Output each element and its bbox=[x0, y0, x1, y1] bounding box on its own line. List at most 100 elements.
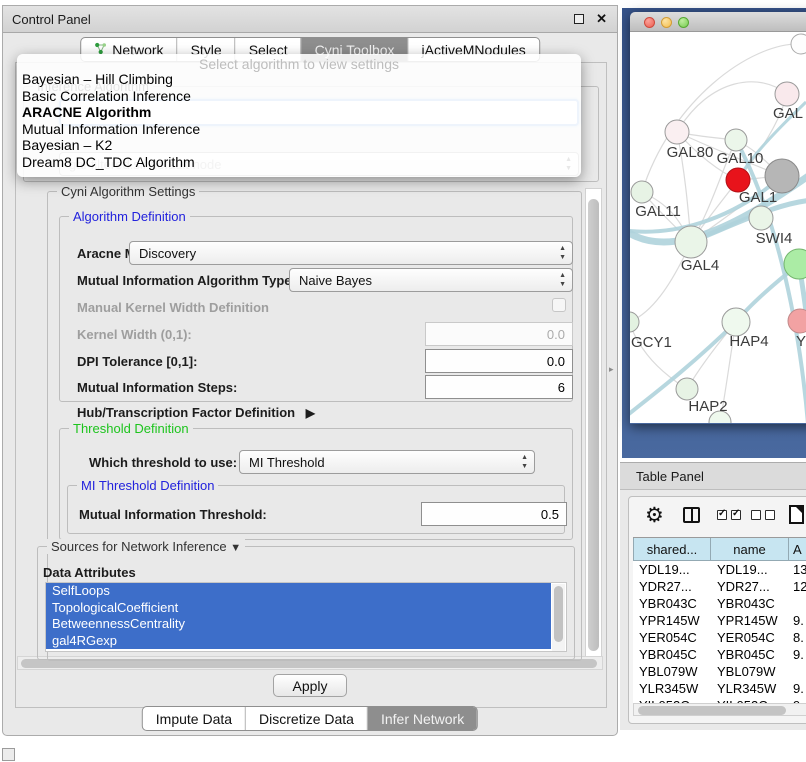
mi-type-label: Mutual Information Algorithm Type: bbox=[77, 273, 296, 288]
network-window-titlebar[interactable] bbox=[630, 12, 806, 32]
network-node[interactable] bbox=[791, 34, 806, 54]
tab-impute-data[interactable]: Impute Data bbox=[143, 707, 246, 730]
minimize-traffic-light-icon[interactable] bbox=[661, 17, 672, 28]
table-row[interactable]: YDR27...YDR27...12 bbox=[633, 578, 806, 595]
algorithm-option[interactable]: Mutual Information Inference bbox=[17, 121, 581, 138]
data-attributes-label: Data Attributes bbox=[43, 565, 136, 580]
manual-kernel-checkbox[interactable] bbox=[552, 298, 566, 312]
table-cell: YER054C bbox=[711, 629, 789, 646]
network-edge[interactable] bbox=[630, 322, 687, 389]
control-panel: Control Panel ✕ NetworkStyleSelectCyni T… bbox=[2, 5, 618, 736]
table-cell: YBR043C bbox=[711, 595, 789, 612]
new-table-icon[interactable] bbox=[789, 505, 804, 524]
table-cell: YLR345W bbox=[711, 680, 789, 697]
node-label: SWI4 bbox=[756, 230, 793, 247]
network-node[interactable] bbox=[775, 82, 799, 106]
mi-type-combobox[interactable]: Naive Bayes ▲▼ bbox=[289, 268, 573, 292]
scrollbar-thumb[interactable] bbox=[638, 706, 786, 715]
scrollbar-thumb[interactable] bbox=[554, 586, 563, 642]
algorithm-definition-title: Algorithm Definition bbox=[69, 209, 190, 224]
node-label: GAL11 bbox=[635, 203, 681, 220]
list-vertical-scrollbar[interactable] bbox=[552, 584, 565, 651]
table-cell: 9. bbox=[789, 680, 806, 697]
deselect-all-icon[interactable] bbox=[765, 510, 775, 520]
algorithm-option[interactable]: Bayesian – Hill Climbing bbox=[17, 71, 581, 88]
sources-title[interactable]: Sources for Network Inference ▼ bbox=[47, 539, 245, 554]
column-header[interactable]: name bbox=[711, 538, 789, 561]
aracne-mode-combobox[interactable]: Discovery ▲▼ bbox=[129, 241, 573, 265]
algorithm-option[interactable]: ARACNE Algorithm bbox=[17, 104, 581, 121]
network-node[interactable] bbox=[630, 312, 639, 332]
node-label: Y bbox=[796, 333, 806, 350]
select-all-icon[interactable] bbox=[731, 510, 741, 520]
algorithm-option[interactable]: Dream8 DC_TDC Algorithm bbox=[17, 154, 581, 171]
algorithm-option[interactable]: Basic Correlation Inference bbox=[17, 88, 581, 105]
close-traffic-light-icon[interactable] bbox=[644, 17, 655, 28]
table-horizontal-scrollbar[interactable] bbox=[633, 703, 806, 716]
splitter-collapse-icon[interactable]: ▸ bbox=[609, 364, 614, 375]
mi-threshold-field[interactable]: 0.5 bbox=[421, 502, 567, 526]
table-row[interactable]: YPR145WYPR145W9. bbox=[633, 612, 806, 629]
which-threshold-combobox[interactable]: MI Threshold ▲▼ bbox=[239, 450, 535, 474]
network-graph[interactable]: GALGAL80GAL10GAL1GAL11SWI4GAL4GCY1HAP4YH… bbox=[630, 32, 806, 423]
network-node[interactable] bbox=[725, 129, 747, 151]
attribute-item[interactable]: gal4RGexp bbox=[46, 633, 551, 650]
tab-infer-network[interactable]: Infer Network bbox=[368, 707, 477, 730]
dpi-tolerance-field[interactable]: 0.0 bbox=[425, 349, 573, 373]
table-row[interactable]: YBR043CYBR043C bbox=[633, 595, 806, 612]
gear-icon[interactable]: ⚙ bbox=[645, 503, 664, 528]
column-header[interactable]: shared... bbox=[633, 538, 711, 561]
cyni-bottom-tabbar: Impute DataDiscretize DataInfer Network bbox=[142, 706, 478, 731]
table-cell: YLR345W bbox=[633, 680, 711, 697]
node-label: GAL10 bbox=[717, 150, 764, 167]
mi-steps-field[interactable]: 6 bbox=[425, 375, 573, 399]
tab-discretize-data[interactable]: Discretize Data bbox=[246, 707, 368, 730]
table-row[interactable]: YBL079WYBL079W bbox=[633, 663, 806, 680]
close-icon[interactable]: ✕ bbox=[596, 11, 607, 27]
deselect-all-icon[interactable] bbox=[751, 510, 761, 520]
table-row[interactable]: YDL19...YDL19...13 bbox=[633, 561, 806, 578]
scrollbar-thumb[interactable] bbox=[588, 199, 599, 651]
table-cell: YER054C bbox=[633, 629, 711, 646]
network-node[interactable] bbox=[788, 309, 806, 333]
network-node[interactable] bbox=[675, 226, 707, 258]
corner-widget-icon[interactable] bbox=[2, 748, 15, 761]
table-panel: ⚙ shared... name A YDL19...YDL19...13YDR… bbox=[620, 490, 806, 730]
table-cell: YDR27... bbox=[633, 578, 711, 595]
network-canvas[interactable]: GALGAL80GAL10GAL1GAL11SWI4GAL4GCY1HAP4YH… bbox=[630, 32, 806, 423]
table-cell bbox=[789, 595, 806, 612]
table-cell: YPR145W bbox=[633, 612, 711, 629]
table-header-row: shared... name A bbox=[633, 538, 806, 561]
dpi-tolerance-label: DPI Tolerance [0,1]: bbox=[77, 354, 197, 369]
network-node[interactable] bbox=[749, 206, 773, 230]
attribute-item[interactable]: SelfLoops bbox=[46, 583, 551, 600]
attribute-item[interactable]: TopologicalCoefficient bbox=[46, 600, 551, 617]
hub-definition-toggle[interactable]: Hub/Transcription Factor Definition ▶ bbox=[77, 405, 315, 420]
network-node[interactable] bbox=[631, 181, 653, 203]
network-node[interactable] bbox=[665, 120, 689, 144]
table-row[interactable]: YER054CYER054C8. bbox=[633, 629, 806, 646]
network-edge[interactable] bbox=[677, 82, 787, 132]
network-view-window: GALGAL80GAL10GAL1GAL11SWI4GAL4GCY1HAP4YH… bbox=[630, 12, 806, 424]
node-label: GCY1 bbox=[631, 334, 672, 351]
attribute-item[interactable]: BetweennessCentrality bbox=[46, 616, 551, 633]
zoom-traffic-light-icon[interactable] bbox=[678, 17, 689, 28]
float-window-icon[interactable] bbox=[574, 14, 584, 24]
kernel-width-field[interactable]: 0.0 bbox=[425, 322, 573, 346]
algorithm-option-list: Bayesian – Hill ClimbingBasic Correlatio… bbox=[17, 71, 581, 170]
table-panel-title: Table Panel bbox=[636, 469, 704, 484]
column-header[interactable]: A bbox=[789, 538, 806, 561]
network-node[interactable] bbox=[722, 308, 750, 336]
node-label: HAP2 bbox=[688, 398, 727, 415]
apply-button[interactable]: Apply bbox=[273, 674, 347, 697]
network-node[interactable] bbox=[676, 378, 698, 400]
table-row[interactable]: YBR045CYBR045C9. bbox=[633, 646, 806, 663]
select-all-icon[interactable] bbox=[717, 510, 727, 520]
table-row[interactable]: YLR345WYLR345W9. bbox=[633, 680, 806, 697]
settings-vertical-scrollbar[interactable] bbox=[585, 188, 602, 666]
columns-icon[interactable] bbox=[683, 507, 700, 523]
node-table[interactable]: shared... name A YDL19...YDL19...13YDR27… bbox=[633, 537, 806, 703]
algorithm-option[interactable]: Bayesian – K2 bbox=[17, 137, 581, 154]
network-node[interactable] bbox=[765, 159, 799, 193]
data-attributes-list[interactable]: SelfLoopsTopologicalCoefficientBetweenne… bbox=[45, 582, 567, 652]
